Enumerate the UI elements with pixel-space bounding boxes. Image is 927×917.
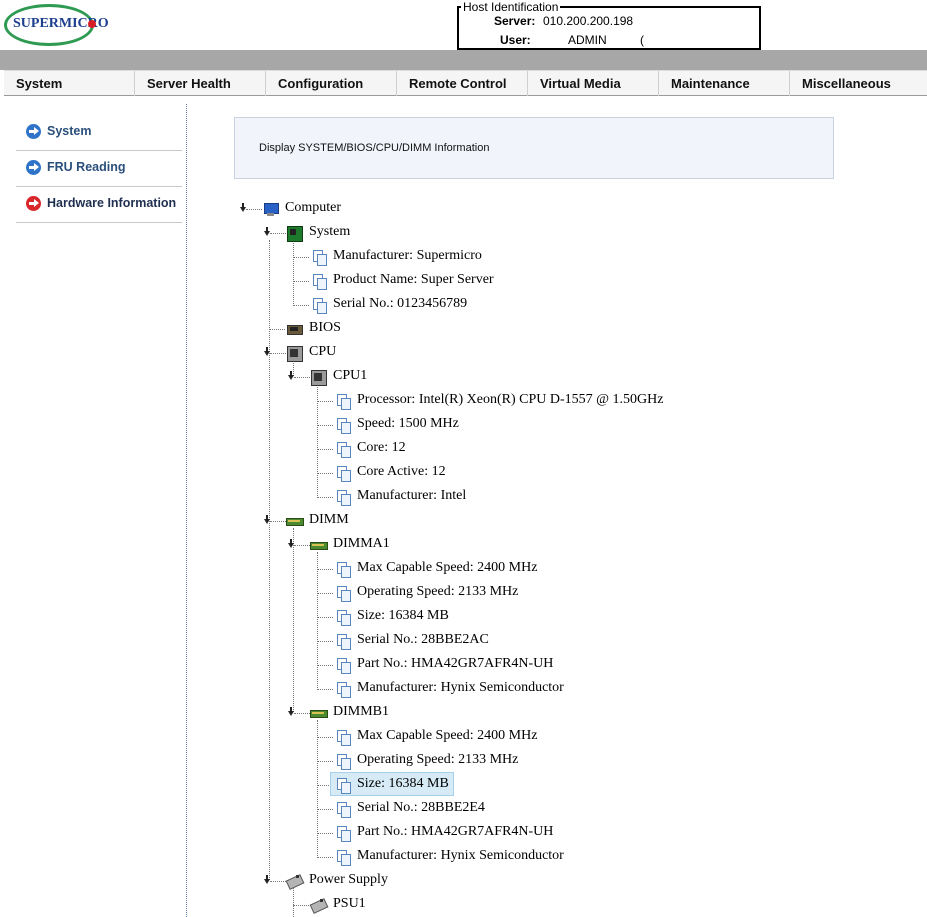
page-icon <box>335 657 351 674</box>
page-icon <box>335 729 351 746</box>
computer-icon <box>262 201 279 217</box>
bios-chip-icon <box>286 321 303 337</box>
page-icon <box>335 561 351 578</box>
page-icon <box>335 489 351 506</box>
memory-module-icon <box>310 537 328 553</box>
page-icon <box>335 777 351 794</box>
page-icon <box>335 465 351 482</box>
page-icon <box>335 417 351 434</box>
page-icon <box>311 273 327 290</box>
page-icon <box>335 393 351 410</box>
cpu-icon <box>310 369 327 386</box>
motherboard-icon <box>286 225 303 242</box>
page-icon <box>335 441 351 458</box>
memory-module-icon <box>310 705 328 721</box>
page-icon <box>335 609 351 626</box>
page-icon <box>311 297 327 314</box>
page-icon <box>335 825 351 842</box>
page-icon <box>335 585 351 602</box>
power-supply-icon <box>286 873 302 889</box>
memory-module-icon <box>286 513 304 529</box>
page-icon <box>335 633 351 650</box>
cpu-icon <box>286 345 303 362</box>
page-icon <box>335 849 351 866</box>
page-icon <box>311 249 327 266</box>
power-supply-icon <box>310 897 326 913</box>
page-icon <box>335 681 351 698</box>
page-icon <box>335 753 351 770</box>
hardware-tree: Computer System Manufacturer: Supermicro… <box>0 0 927 917</box>
page-icon <box>335 801 351 818</box>
